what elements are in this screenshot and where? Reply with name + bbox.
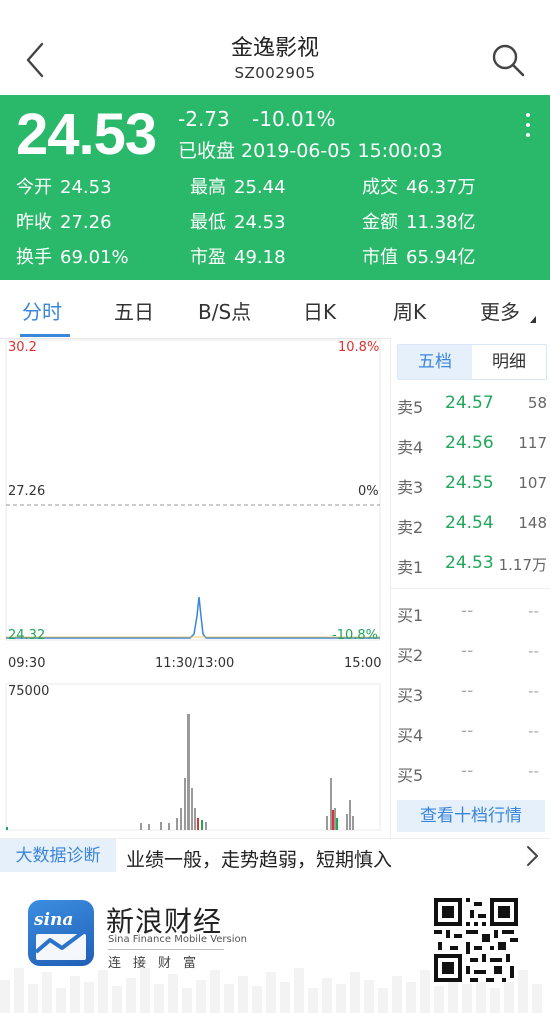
buy-price: -- xyxy=(461,641,474,661)
stat-volume: 成交 46.37万 xyxy=(362,177,476,198)
brand-english: Sina Finance Mobile Version xyxy=(108,934,247,945)
diagnosis-text: 业绩一般，走势趋弱，短期慎入 xyxy=(126,849,393,871)
search-icon xyxy=(492,44,525,77)
axis-price-low: 24.32 xyxy=(8,628,46,643)
current-price: 24.53 xyxy=(16,102,157,167)
stat-open: 今开 24.53 xyxy=(16,177,112,198)
sell-row: 卖1 24.53 1.17万 xyxy=(391,544,550,584)
sell-price: 24.57 xyxy=(445,393,494,413)
search-button[interactable] xyxy=(490,42,526,78)
sell-label: 卖3 xyxy=(397,478,424,497)
buy-row: 买5 -- -- xyxy=(391,752,550,792)
more-options-button[interactable] xyxy=(520,113,536,143)
qr-code xyxy=(434,898,518,982)
stat-pe: 市盈 49.18 xyxy=(190,247,286,268)
buy-row: 买2 -- -- xyxy=(391,632,550,672)
brand-slogan: 连接财富 xyxy=(108,956,209,971)
stat-turnover: 换手 69.01% xyxy=(16,247,129,268)
axis-price-high: 30.2 xyxy=(8,340,37,355)
chart-canvas xyxy=(5,339,381,831)
buy-label: 买3 xyxy=(397,686,424,705)
sell-volume: 107 xyxy=(518,474,547,492)
sell-label: 卖4 xyxy=(397,438,424,457)
sell-volume: 117 xyxy=(518,434,547,452)
buy-volume: -- xyxy=(528,642,539,660)
sell-volume: 1.17万 xyxy=(498,556,547,574)
axis-time-start: 09:30 xyxy=(8,656,46,671)
buy-price: -- xyxy=(461,601,474,621)
caret-down-icon xyxy=(530,316,536,323)
intraday-chart[interactable]: 30.2 10.8% 27.26 0% 24.32 -10.8% 09:30 1… xyxy=(0,338,388,838)
axis-pct-low: -10.8% xyxy=(332,628,378,643)
orderbook-divider xyxy=(391,588,550,589)
price-change-percent: -10.01% xyxy=(252,107,336,131)
stock-name: 金逸影视 xyxy=(230,36,319,61)
sell-price: 24.55 xyxy=(445,473,494,493)
sell-volume: 58 xyxy=(527,394,547,412)
stat-market-cap: 市值 65.94亿 xyxy=(362,247,476,268)
axis-pct-high: 10.8% xyxy=(338,340,380,355)
sell-volume: 148 xyxy=(518,514,547,532)
sell-row: 卖3 24.55 107 xyxy=(391,464,550,504)
sell-label: 卖5 xyxy=(397,398,424,417)
buy-price: -- xyxy=(461,681,474,701)
stat-low: 最低 24.53 xyxy=(190,212,286,233)
active-tab-indicator xyxy=(20,334,70,337)
axis-volume-max: 75000 xyxy=(8,684,50,699)
tab-five-day[interactable]: 五日 xyxy=(114,296,154,325)
tab-bs-points[interactable]: B/S点 xyxy=(198,296,251,325)
buy-label: 买5 xyxy=(397,766,424,785)
sell-price: 24.53 xyxy=(445,553,494,573)
view-ten-levels-button[interactable]: 查看十档行情 xyxy=(397,800,545,832)
buy-label: 买4 xyxy=(397,726,424,745)
brand-divider xyxy=(108,949,224,950)
tab-more[interactable]: 更多 xyxy=(480,296,520,325)
sell-label: 卖1 xyxy=(397,558,424,577)
order-book: 五档 明细 卖5 24.57 58 卖4 24.56 117 卖3 24.55 … xyxy=(390,338,550,838)
chevron-right-icon[interactable] xyxy=(522,845,542,867)
diagnosis-tag: 大数据诊断 xyxy=(0,839,116,873)
stock-code: SZ002905 xyxy=(234,64,316,82)
app-footer: sina 新浪财经 Sina Finance Mobile Version 连接… xyxy=(0,872,550,1013)
sell-row: 卖2 24.54 148 xyxy=(391,504,550,544)
sell-price: 24.54 xyxy=(445,513,494,533)
sina-finance-logo: sina xyxy=(28,900,94,966)
axis-time-mid: 11:30/13:00 xyxy=(155,656,235,671)
quote-panel: 24.53 -2.73 -10.01% 已收盘 2019-06-05 15:00… xyxy=(0,95,550,280)
market-status: 已收盘 2019-06-05 15:00:03 xyxy=(178,140,443,162)
buy-volume: -- xyxy=(528,762,539,780)
tab-weekly-k[interactable]: 周K xyxy=(393,296,426,325)
buy-row: 买3 -- -- xyxy=(391,672,550,712)
stat-prev-close: 昨收 27.26 xyxy=(16,212,112,233)
axis-time-end: 15:00 xyxy=(344,656,382,671)
buy-row: 买1 -- -- xyxy=(391,592,550,632)
chart-tabs: 分时 五日 B/S点 日K 周K 更多 xyxy=(0,280,550,339)
big-data-diagnosis-bar[interactable]: 大数据诊断 业绩一般，走势趋弱，短期慎入 xyxy=(0,838,550,874)
tab-daily-k[interactable]: 日K xyxy=(303,296,336,325)
sell-row: 卖5 24.57 58 xyxy=(391,384,550,424)
price-change: -2.73 xyxy=(178,107,230,131)
tab-intraday[interactable]: 分时 xyxy=(22,296,62,325)
tab-five-levels[interactable]: 五档 xyxy=(398,345,472,379)
orderbook-toggle: 五档 明细 xyxy=(397,344,547,380)
buy-volume: -- xyxy=(528,722,539,740)
buy-price: -- xyxy=(461,721,474,741)
buy-label: 买2 xyxy=(397,646,424,665)
buy-price: -- xyxy=(461,761,474,781)
sell-label: 卖2 xyxy=(397,518,424,537)
sell-row: 卖4 24.56 117 xyxy=(391,424,550,464)
buy-volume: -- xyxy=(528,602,539,620)
app-header: 金逸影视 SZ002905 xyxy=(0,0,550,95)
tab-trade-detail[interactable]: 明细 xyxy=(472,345,546,379)
buy-label: 买1 xyxy=(397,606,424,625)
stat-high: 最高 25.44 xyxy=(190,177,286,198)
sell-price: 24.56 xyxy=(445,433,494,453)
stat-amount: 金额 11.38亿 xyxy=(362,212,476,233)
axis-pct-mid: 0% xyxy=(358,484,379,499)
buy-row: 买4 -- -- xyxy=(391,712,550,752)
axis-price-mid: 27.26 xyxy=(8,484,46,499)
buy-volume: -- xyxy=(528,682,539,700)
